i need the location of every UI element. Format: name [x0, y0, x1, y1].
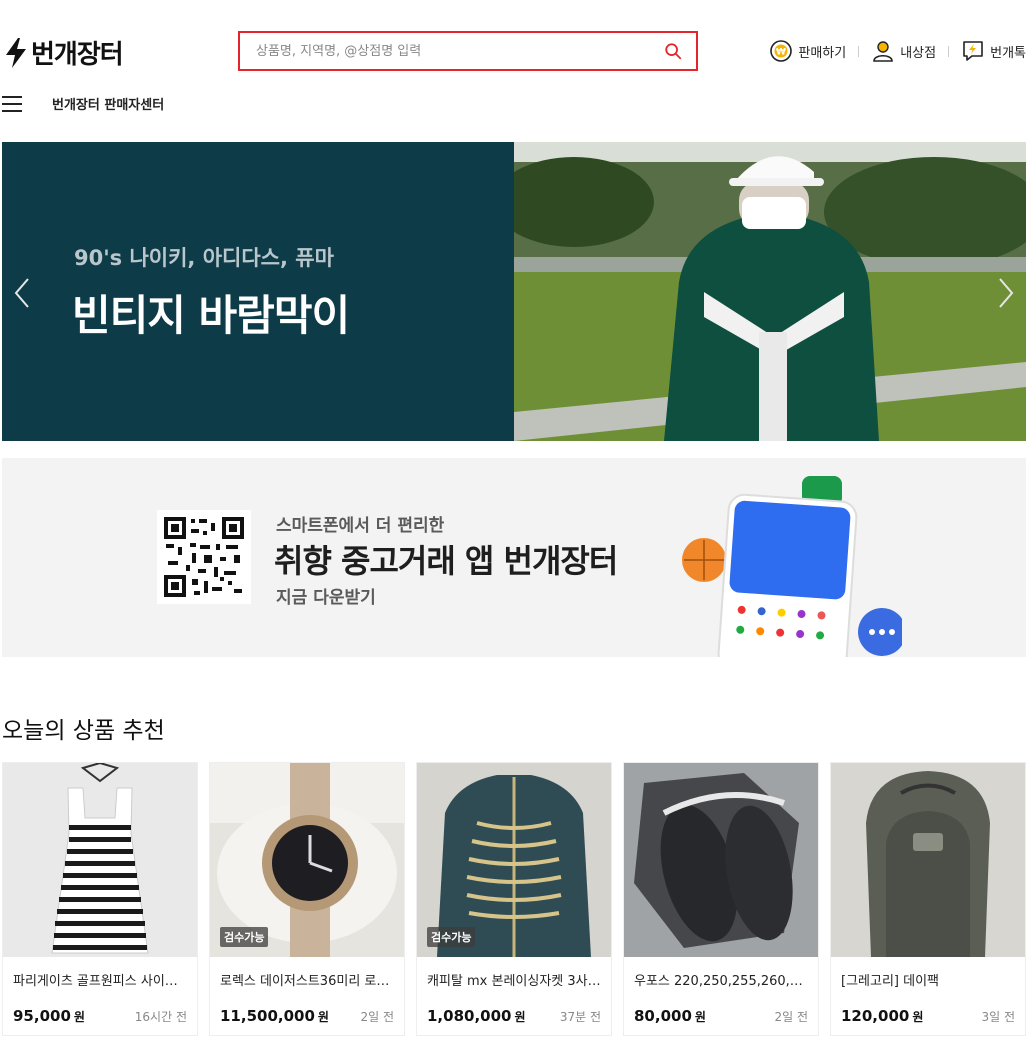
product-card[interactable]: [그레고리] 데이팩 120,000 원 3일 전	[830, 762, 1026, 1036]
product-card[interactable]: 검수가능 캐피탈 mx 본레이싱자켓 3사이즈 1,080,000 원 37분 전	[416, 762, 612, 1036]
price-row: 80,000 원 2일 전	[634, 1007, 808, 1025]
product-price: 120,000 원	[841, 1007, 924, 1025]
price-row: 11,500,000 원 2일 전	[220, 1007, 394, 1025]
sell-link[interactable]: ₩ 판매하기	[769, 39, 846, 63]
app-phone-illustration	[682, 476, 902, 657]
product-name: 캐피탈 mx 본레이싱자켓 3사이즈	[427, 974, 603, 989]
sub-navigation: 번개장터 판매자센터	[2, 94, 164, 113]
product-card[interactable]: 파리게이츠 골프원피스 사이즈 1 95,000 원 16시간 전	[2, 762, 198, 1036]
product-name: [그레고리] 데이팩	[841, 974, 939, 989]
product-price: 1,080,000 원	[427, 1007, 526, 1025]
my-shop-label: 내상점	[900, 45, 937, 61]
won-coin-icon: ₩	[770, 40, 793, 62]
inspection-badge: 검수가능	[220, 927, 269, 947]
sell-link-label: 판매하기	[798, 45, 847, 61]
logo-text: 번개장터	[31, 40, 124, 70]
product-price: 80,000 원	[634, 1007, 706, 1025]
chevron-left-icon[interactable]	[12, 276, 32, 310]
product-image: 검수가능	[417, 763, 611, 957]
product-name: 로렉스 데이저스트36미리 로즈골드	[220, 974, 396, 989]
product-image	[624, 763, 818, 957]
product-card[interactable]: 검수가능 로렉스 데이저스트36미리 로즈골드 11,500,000 원 2일 전	[209, 762, 405, 1036]
search-input[interactable]	[256, 43, 664, 59]
product-time: 2일 전	[360, 1010, 394, 1024]
price-row: 1,080,000 원 37분 전	[427, 1007, 601, 1025]
svg-text:₩: ₩	[776, 48, 786, 58]
product-price: 95,000 원	[13, 1007, 85, 1025]
hero-text-panel: 90's 나이키, 아디다스, 퓨마 빈티지 바람막이	[2, 142, 514, 441]
divider	[858, 45, 860, 57]
app-banner-title: 취향 중고거래 앱 번개장터	[274, 542, 618, 580]
seller-center-link[interactable]: 번개장터 판매자센터	[52, 94, 164, 113]
shop-user-icon	[873, 41, 894, 62]
product-time: 16시간 전	[134, 1010, 187, 1024]
app-download-cta[interactable]: 지금 다운받기	[276, 583, 376, 608]
bunjang-talk-label: 번개톡	[990, 45, 1026, 61]
app-download-banner[interactable]: 스마트폰에서 더 편리한 취향 중고거래 앱 번개장터 지금 다운받기	[2, 458, 1026, 657]
qr-code-graphic	[164, 517, 244, 597]
header: 번개장터 ₩ 판매하기 내상점	[0, 0, 1030, 140]
product-price: 11,500,000 원	[220, 1007, 329, 1025]
product-image	[831, 763, 1025, 957]
product-image-backpack	[831, 763, 1025, 957]
product-time: 2일 전	[774, 1010, 808, 1024]
hero-banner[interactable]: 90's 나이키, 아디다스, 퓨마 빈티지 바람막이	[2, 142, 1026, 441]
product-image-sandals	[624, 763, 818, 957]
menu-icon[interactable]	[2, 95, 22, 112]
divider	[948, 45, 950, 57]
search-icon[interactable]	[664, 42, 682, 60]
product-time: 37분 전	[559, 1010, 601, 1024]
top-links: ₩ 판매하기 내상점 번개톡	[769, 36, 1026, 66]
product-image	[3, 763, 197, 957]
section-title: 오늘의 상품 추천	[2, 718, 165, 744]
hero-photo-illustration	[514, 142, 1026, 441]
product-card[interactable]: 우포스 220,250,255,260,270 80,000 원 2일 전	[623, 762, 819, 1036]
product-image: 검수가능	[210, 763, 404, 957]
hero-title: 빈티지 바람막이	[72, 291, 350, 340]
hero-photo	[514, 142, 1026, 441]
price-row: 95,000 원 16시간 전	[13, 1007, 187, 1025]
search-bar	[238, 31, 698, 71]
inspection-badge: 검수가능	[427, 927, 476, 947]
chat-bolt-icon	[963, 41, 983, 61]
qr-code	[157, 510, 251, 604]
product-time: 3일 전	[981, 1010, 1015, 1024]
chevron-right-icon[interactable]	[996, 276, 1016, 310]
lightning-bolt-icon	[6, 37, 26, 68]
product-name: 우포스 220,250,255,260,270	[634, 974, 810, 989]
app-banner-subtitle: 스마트폰에서 더 편리한	[276, 516, 445, 536]
price-row: 120,000 원 3일 전	[841, 1007, 1015, 1025]
product-name: 파리게이츠 골프원피스 사이즈 1	[13, 974, 189, 989]
product-list: 파리게이츠 골프원피스 사이즈 1 95,000 원 16시간 전 검수가능 로렉…	[2, 762, 1026, 1036]
logo[interactable]: 번개장터	[4, 34, 124, 71]
my-shop-link[interactable]: 내상점	[871, 39, 936, 63]
hero-subtitle: 90's 나이키, 아디다스, 퓨마	[74, 246, 334, 270]
product-image-dress	[3, 763, 197, 957]
bunjang-talk-link[interactable]: 번개톡	[961, 39, 1026, 63]
